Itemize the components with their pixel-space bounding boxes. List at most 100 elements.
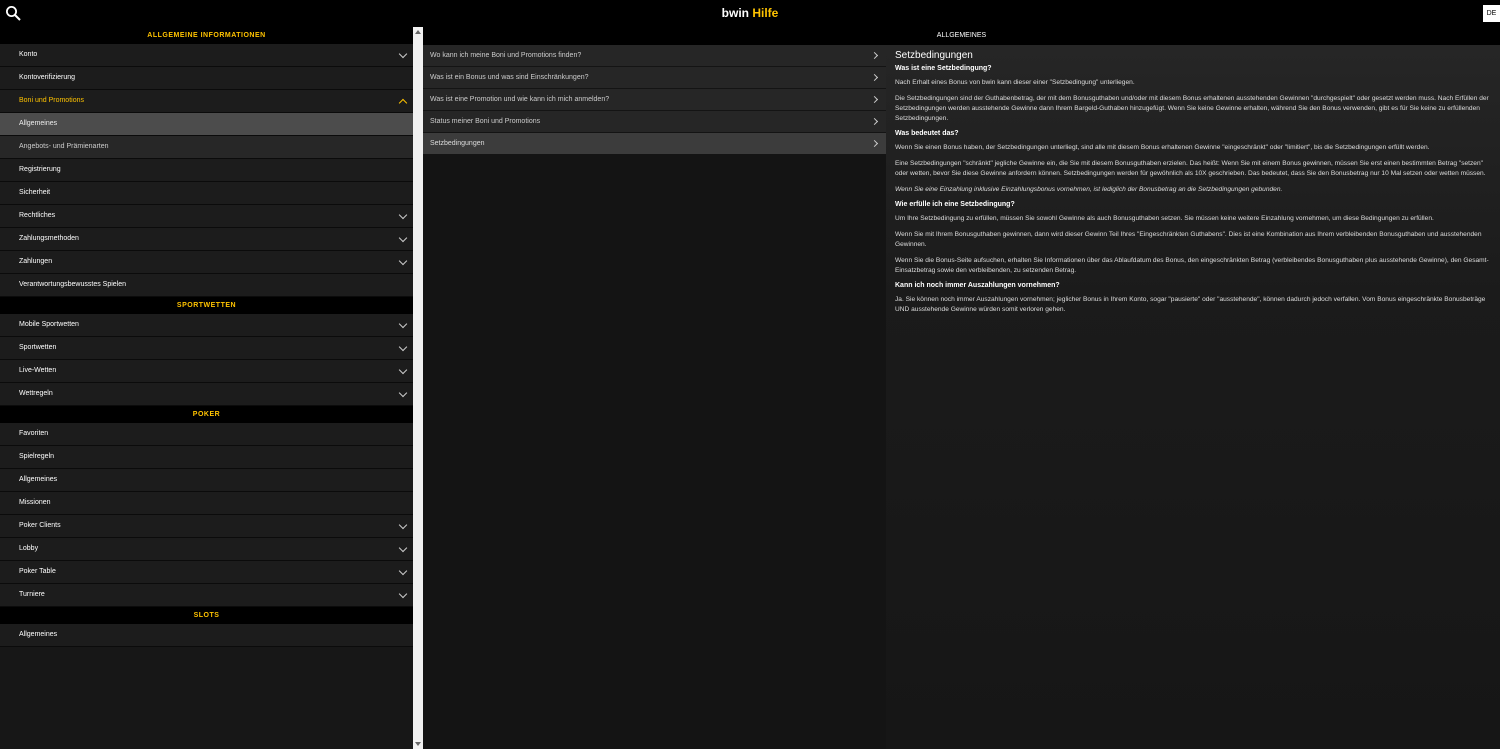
faq-item[interactable]: Was ist ein Bonus und was sind Einschrän… bbox=[423, 67, 886, 88]
faq-item[interactable]: Status meiner Boni und Promotions bbox=[423, 111, 886, 132]
faq-item-label: Was ist ein Bonus und was sind Einschrän… bbox=[430, 74, 589, 81]
sidebar-item-kontoverifizierung[interactable]: Kontoverifizierung bbox=[0, 67, 413, 90]
sidebar-scrollbar[interactable] bbox=[413, 27, 423, 749]
sidebar-item-verantwortungsbewusstes-spielen[interactable]: Verantwortungsbewusstes Spielen bbox=[0, 274, 413, 297]
sidebar-item-zahlungsmethoden[interactable]: Zahlungsmethoden bbox=[0, 228, 413, 251]
sidebar-item-label: Missionen bbox=[19, 499, 51, 506]
sidebar-item-label: Turniere bbox=[19, 591, 45, 598]
article-paragraph: Nach Erhalt eines Bonus von bwin kann di… bbox=[895, 79, 1135, 86]
article-heading: Kann ich noch immer Auszahlungen vornehm… bbox=[895, 282, 1060, 289]
faq-item[interactable]: Was ist eine Promotion und wie kann ich … bbox=[423, 89, 886, 110]
chevron-down-icon[interactable] bbox=[398, 566, 408, 576]
sidebar-item-label: Mobile Sportwetten bbox=[19, 321, 79, 328]
chevron-right-icon bbox=[870, 139, 879, 148]
chevron-right-icon bbox=[870, 73, 879, 82]
sidebar-item-label: Verantwortungsbewusstes Spielen bbox=[19, 281, 127, 288]
article-paragraph: Wenn Sie einen Bonus haben, der Setzbedi… bbox=[895, 144, 1430, 151]
chevron-down-icon[interactable] bbox=[398, 365, 408, 375]
category-title: ALLGEMEINES bbox=[423, 27, 1500, 45]
scroll-up-arrow-icon[interactable] bbox=[415, 30, 421, 34]
article-paragraph: Die Setzbedingungen sind der Guthabenbet… bbox=[895, 95, 1489, 122]
sidebar-item-label: Poker Table bbox=[19, 568, 56, 575]
sidebar-item-label: Zahlungsmethoden bbox=[19, 235, 79, 242]
chevron-right-icon bbox=[870, 117, 879, 126]
sidebar-item-wettregeln[interactable]: Wettregeln bbox=[0, 383, 413, 406]
sidebar-item-sportwetten[interactable]: Sportwetten bbox=[0, 337, 413, 360]
chevron-down-icon[interactable] bbox=[398, 543, 408, 553]
sidebar-item-label: Live-Wetten bbox=[19, 367, 57, 374]
sidebar-item-label: Favoriten bbox=[19, 430, 49, 437]
section-header-allgemeine-informationen: ALLGEMEINE INFORMATIONEN bbox=[0, 27, 413, 44]
sidebar-item-sicherheit[interactable]: Sicherheit bbox=[0, 182, 413, 205]
sidebar-item-label: Rechtliches bbox=[19, 212, 56, 219]
sidebar-item-live-wetten[interactable]: Live-Wetten bbox=[0, 360, 413, 383]
sidebar-item-konto[interactable]: Konto bbox=[0, 44, 413, 67]
sidebar-item-label: Spielregeln bbox=[19, 453, 55, 460]
chevron-down-icon[interactable] bbox=[398, 319, 408, 329]
sidebar-item-missionen[interactable]: Missionen bbox=[0, 492, 413, 515]
sidebar-subitem-angebots-und-prämienarten[interactable]: Angebots- und Prämienarten bbox=[0, 136, 413, 159]
sidebar-item-zahlungen[interactable]: Zahlungen bbox=[0, 251, 413, 274]
article-paragraph: Um Ihre Setzbedingung zu erfüllen, müsse… bbox=[895, 215, 1434, 222]
article-heading: Wie erfülle ich eine Setzbedingung? bbox=[895, 201, 1015, 208]
sidebar-item-spielregeln[interactable]: Spielregeln bbox=[0, 446, 413, 469]
brand-name: bwin bbox=[721, 6, 749, 20]
chevron-down-icon[interactable] bbox=[398, 589, 408, 599]
article-panel: Setzbedingungen Was ist eine Setzbedingu… bbox=[886, 45, 1500, 749]
chevron-down-icon[interactable] bbox=[398, 49, 408, 59]
article-paragraph: Wenn Sie die Bonus-Seite aufsuchen, erha… bbox=[895, 257, 1489, 274]
chevron-up-icon[interactable] bbox=[398, 98, 408, 108]
sidebar-item-allgemeines[interactable]: Allgemeines bbox=[0, 624, 413, 647]
sidebar-item-label: Konto bbox=[19, 51, 38, 58]
section-header-slots: SLOTS bbox=[0, 607, 413, 624]
chevron-down-icon[interactable] bbox=[398, 233, 408, 243]
chevron-down-icon[interactable] bbox=[398, 210, 408, 220]
sidebar-item-mobile-sportwetten[interactable]: Mobile Sportwetten bbox=[0, 314, 413, 337]
sidebar-item-rechtliches[interactable]: Rechtliches bbox=[0, 205, 413, 228]
brand-logo[interactable]: bwin Hilfe bbox=[0, 6, 1500, 20]
chevron-down-icon[interactable] bbox=[398, 388, 408, 398]
article-paragraph: Wenn Sie mit Ihrem Bonusguthaben gewinne… bbox=[895, 231, 1482, 248]
sidebar-item-poker-table[interactable]: Poker Table bbox=[0, 561, 413, 584]
sidebar-item-label: Wettregeln bbox=[19, 390, 53, 397]
sidebar-item-poker-clients[interactable]: Poker Clients bbox=[0, 515, 413, 538]
section-header-sportwetten: SPORTWETTEN bbox=[0, 297, 413, 314]
faq-item-label: Wo kann ich meine Boni und Promotions fi… bbox=[430, 52, 582, 59]
sidebar-subitem-allgemeines[interactable]: Allgemeines bbox=[0, 113, 413, 136]
faq-item[interactable]: Wo kann ich meine Boni und Promotions fi… bbox=[423, 45, 886, 66]
top-bar: bwin Hilfe DE bbox=[0, 0, 1500, 27]
article-heading: Was bedeutet das? bbox=[895, 130, 959, 137]
sidebar-item-label: Boni und Promotions bbox=[19, 97, 84, 104]
scroll-down-arrow-icon[interactable] bbox=[415, 742, 421, 746]
chevron-right-icon bbox=[870, 51, 879, 60]
faq-item-label: Setzbedingungen bbox=[430, 140, 485, 147]
sidebar-subitem-label: Allgemeines bbox=[19, 120, 58, 127]
faq-list: Wo kann ich meine Boni und Promotions fi… bbox=[423, 45, 886, 155]
sidebar-item-allgemeines[interactable]: Allgemeines bbox=[0, 469, 413, 492]
sidebar-item-label: Poker Clients bbox=[19, 522, 61, 529]
article-paragraph: Eine Setzbedingungen "schränkt" jegliche… bbox=[895, 160, 1486, 177]
chevron-down-icon[interactable] bbox=[398, 256, 408, 266]
chevron-down-icon[interactable] bbox=[398, 520, 408, 530]
sidebar-item-label: Lobby bbox=[19, 545, 39, 552]
brand-help: Hilfe bbox=[752, 6, 779, 20]
sidebar-nav: ALLGEMEINE INFORMATIONEN Konto Kontoverifi… bbox=[0, 27, 413, 749]
chevron-right-icon bbox=[870, 95, 879, 104]
sidebar-item-lobby[interactable]: Lobby bbox=[0, 538, 413, 561]
sidebar-item-turniere[interactable]: Turniere bbox=[0, 584, 413, 607]
faq-item-label: Was ist eine Promotion und wie kann ich … bbox=[430, 96, 610, 103]
language-selector[interactable]: DE bbox=[1483, 5, 1500, 22]
sidebar-item-label: Sportwetten bbox=[19, 344, 57, 351]
faq-item-label: Status meiner Boni und Promotions bbox=[430, 118, 541, 125]
sidebar-subitem-label: Angebots- und Prämienarten bbox=[19, 143, 109, 150]
sidebar-item-boni-und-promotions[interactable]: Boni und Promotions bbox=[0, 90, 413, 113]
article-paragraph: Wenn Sie eine Einzahlung inklusive Einza… bbox=[895, 186, 1283, 193]
section-header-poker: POKER bbox=[0, 406, 413, 423]
faq-item[interactable]: Setzbedingungen bbox=[423, 133, 886, 154]
sidebar-item-registrierung[interactable]: Registrierung bbox=[0, 159, 413, 182]
chevron-down-icon[interactable] bbox=[398, 342, 408, 352]
sidebar-item-label: Registrierung bbox=[19, 166, 61, 173]
sidebar-item-label: Zahlungen bbox=[19, 258, 53, 265]
sidebar-item-label: Sicherheit bbox=[19, 189, 51, 196]
sidebar-item-favoriten[interactable]: Favoriten bbox=[0, 423, 413, 446]
